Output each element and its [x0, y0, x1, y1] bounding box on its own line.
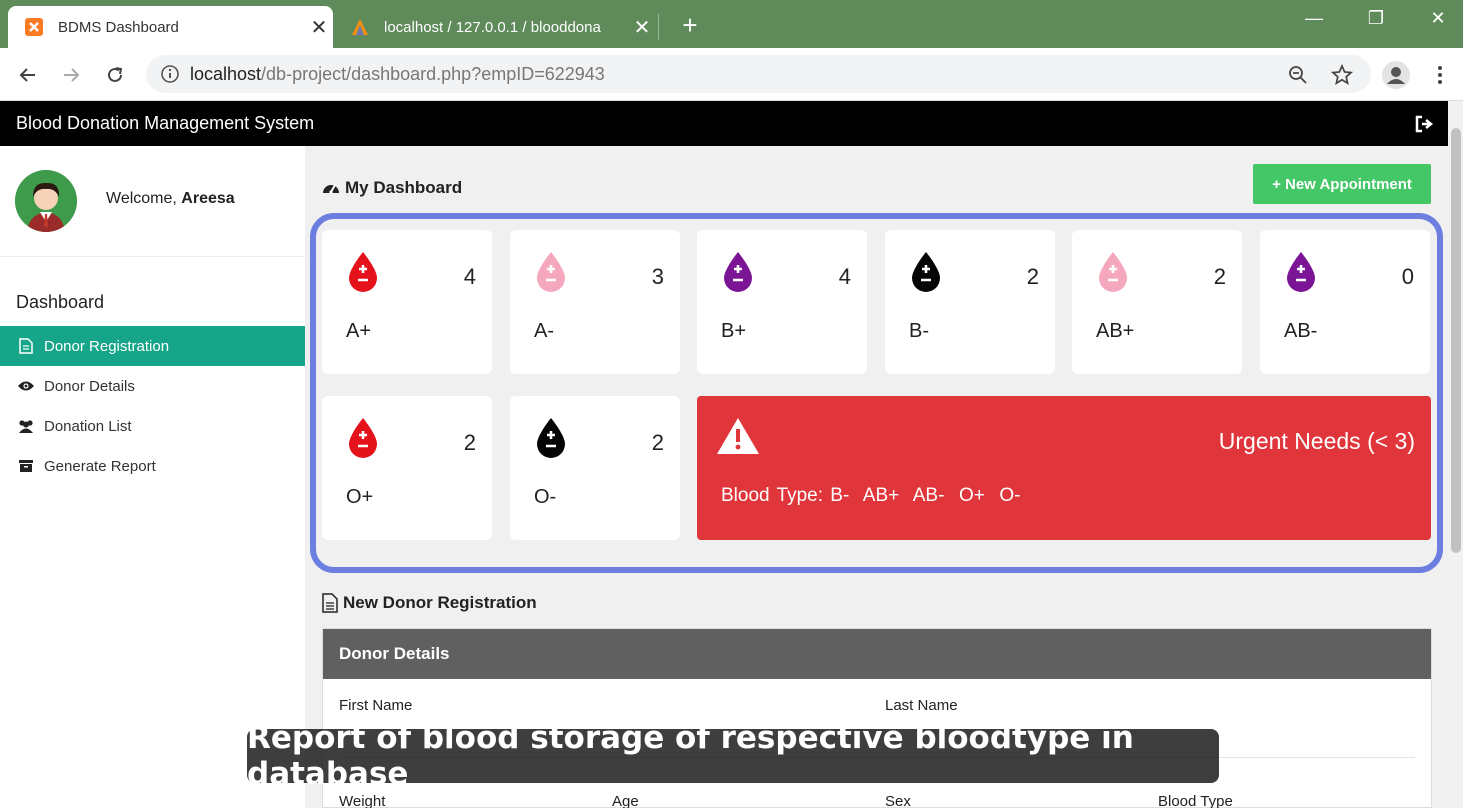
blood-card-o-pos: 2 O+ [322, 396, 492, 540]
app-header: Blood Donation Management System [0, 101, 1448, 146]
sidebar-item-label: Donor Registration [44, 337, 170, 355]
app-title: Blood Donation Management System [16, 113, 315, 133]
browser-toolbar: localhost/db-project/dashboard.php?empID… [0, 48, 1463, 101]
urgent-needs-card: Urgent Needs (< 3) Blood Type: B- AB+ AB… [697, 396, 1431, 540]
sidebar-item-donation-list[interactable]: Donation List [0, 406, 305, 446]
sidebar-item-generate-report[interactable]: Generate Report [0, 446, 305, 486]
sex-label: Sex [885, 793, 911, 808]
dashboard-gauge-icon [322, 179, 340, 197]
blood-drop-icon [346, 250, 380, 294]
urgent-blood-types: Blood Type: B- AB+ AB- O+ O- [721, 485, 1021, 506]
blood-type-label: B+ [721, 320, 747, 342]
tab-title: BDMS Dashboard [58, 18, 179, 36]
tab-phpmyadmin[interactable]: localhost / 127.0.0.1 / blooddona ✕ [340, 6, 656, 48]
xampp-icon [24, 17, 44, 37]
registration-title: New Donor Registration [322, 593, 537, 613]
blood-count: 2 [463, 430, 476, 455]
blood-drop-icon [1284, 250, 1318, 294]
blood-drop-icon [534, 250, 568, 294]
close-tab-icon[interactable]: ✕ [305, 15, 333, 40]
eye-icon [17, 377, 35, 395]
blood-drop-icon [534, 416, 568, 460]
blood-count: 2 [651, 430, 664, 455]
blood-drop-icon [1096, 250, 1130, 294]
blood-drop-icon [909, 250, 943, 294]
blood-card-ab-pos: 2 AB+ [1072, 230, 1242, 374]
blood-count: 2 [1026, 264, 1039, 289]
blood-drop-icon [346, 416, 380, 460]
forward-icon[interactable] [56, 60, 86, 90]
urgent-needs-title: Urgent Needs (< 3) [1218, 428, 1415, 454]
blood-type-label: O- [534, 486, 557, 508]
menu-kebab-icon[interactable] [1425, 60, 1455, 90]
weight-label: Weight [339, 793, 386, 808]
users-icon [17, 417, 35, 435]
blood-count: 0 [1401, 264, 1414, 289]
profile-icon[interactable] [1381, 60, 1411, 90]
first-name-label: First Name [339, 697, 413, 714]
minimize-icon[interactable]: — [1299, 8, 1329, 29]
blood-type-label: AB- [1284, 320, 1318, 342]
blood-type-label: B- [909, 320, 929, 342]
phpmyadmin-icon [350, 17, 370, 37]
blood-drop-icon [721, 250, 755, 294]
blood-card-o-neg: 2 O- [510, 396, 680, 540]
welcome-text: Welcome, Areesa [106, 190, 235, 207]
sidebar-item-label: Generate Report [44, 457, 156, 475]
warning-icon [715, 416, 761, 456]
url-text: localhost/db-project/dashboard.php?empID… [190, 63, 605, 84]
browser-tab-bar: BDMS Dashboard ✕ localhost / 127.0.0.1 /… [0, 0, 1463, 48]
panel-title: Donor Details [323, 629, 1431, 679]
sidebar-item-label: Donation List [44, 417, 132, 435]
user-name: Areesa [181, 190, 235, 207]
sidebar-item-label: Donor Details [44, 377, 135, 395]
tab-title: localhost / 127.0.0.1 / blooddona [384, 18, 601, 36]
sidebar: Welcome, Areesa Dashboard Donor Registra… [0, 146, 305, 808]
blood-type-label: O+ [346, 486, 374, 508]
back-icon[interactable] [13, 60, 43, 90]
blood-card-a-pos: 4 A+ [322, 230, 492, 374]
info-icon[interactable] [160, 64, 180, 84]
close-window-icon[interactable]: ✕ [1423, 8, 1453, 29]
blood-card-b-pos: 4 B+ [697, 230, 867, 374]
blood-type-label: Blood Type [1158, 793, 1233, 808]
blood-type-label: A+ [346, 320, 372, 342]
video-caption: Report of blood storage of respective bl… [247, 720, 1219, 792]
last-name-label: Last Name [885, 697, 958, 714]
archive-icon [17, 457, 35, 475]
address-bar[interactable]: localhost/db-project/dashboard.php?empID… [146, 55, 1371, 93]
sidebar-item-donor-details[interactable]: Donor Details [0, 366, 305, 406]
bookmark-star-icon[interactable] [1327, 60, 1357, 90]
zoom-icon[interactable] [1283, 60, 1313, 90]
blood-count: 2 [1213, 264, 1226, 289]
sidebar-item-donor-registration[interactable]: Donor Registration [0, 326, 305, 366]
new-tab-button[interactable]: + [676, 10, 704, 41]
sidebar-heading: Dashboard [16, 292, 105, 312]
blood-card-b-neg: 2 B- [885, 230, 1055, 374]
close-tab-icon[interactable]: ✕ [628, 15, 656, 40]
reload-icon[interactable] [100, 60, 130, 90]
document-icon [17, 337, 35, 355]
blood-type-label: A- [534, 320, 554, 342]
new-appointment-button[interactable]: + New Appointment [1253, 164, 1431, 204]
blood-count: 4 [463, 264, 476, 289]
blood-count: 4 [838, 264, 851, 289]
blood-card-ab-neg: 0 AB- [1260, 230, 1430, 374]
logout-icon[interactable] [1414, 114, 1434, 134]
restore-icon[interactable]: ❐ [1361, 8, 1391, 29]
blood-card-a-neg: 3 A- [510, 230, 680, 374]
avatar [15, 170, 77, 232]
age-label: Age [612, 793, 639, 808]
tab-separator [658, 14, 659, 40]
scrollbar-thumb[interactable] [1451, 128, 1461, 553]
blood-count: 3 [651, 264, 664, 289]
dashboard-title: My Dashboard [322, 178, 462, 198]
blood-type-label: AB+ [1096, 320, 1135, 342]
document-icon [322, 593, 338, 613]
sidebar-divider [0, 256, 305, 257]
tab-bdms-dashboard[interactable]: BDMS Dashboard ✕ [8, 6, 333, 48]
